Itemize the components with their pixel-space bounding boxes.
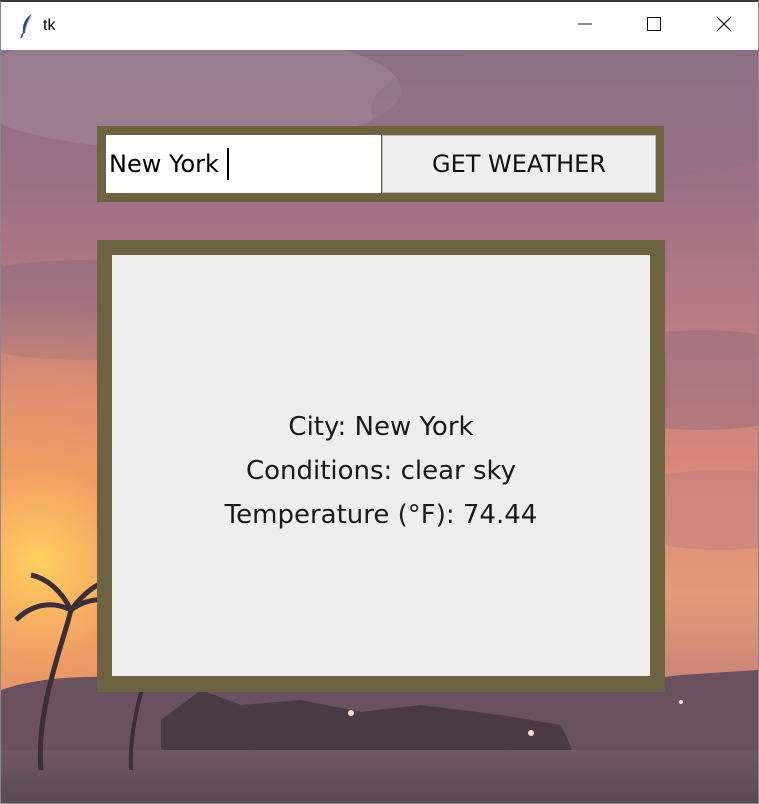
feather-icon (19, 13, 35, 39)
maximize-icon (646, 16, 662, 36)
get-weather-button[interactable]: GET WEATHER (382, 135, 656, 193)
minimize-button[interactable] (552, 2, 618, 50)
app-window: tk New York GET WEATHER City: New York C… (0, 0, 759, 804)
city-input[interactable] (106, 135, 381, 193)
close-icon (715, 15, 733, 37)
title-bar[interactable]: tk (1, 2, 758, 50)
close-button[interactable] (691, 2, 757, 50)
maximize-button[interactable] (621, 2, 687, 50)
conditions-result: Conditions: clear sky (245, 455, 517, 486)
window-title: tk (43, 17, 56, 34)
window-content: GET WEATHER City: New York Conditions: c… (1, 50, 758, 803)
city-result: City: New York (288, 411, 474, 442)
temperature-result: Temperature (°F): 74.44 (224, 499, 538, 530)
weather-result-panel: City: New York Conditions: clear sky Tem… (112, 255, 650, 676)
text-cursor (227, 148, 229, 180)
minimize-icon (577, 16, 593, 36)
